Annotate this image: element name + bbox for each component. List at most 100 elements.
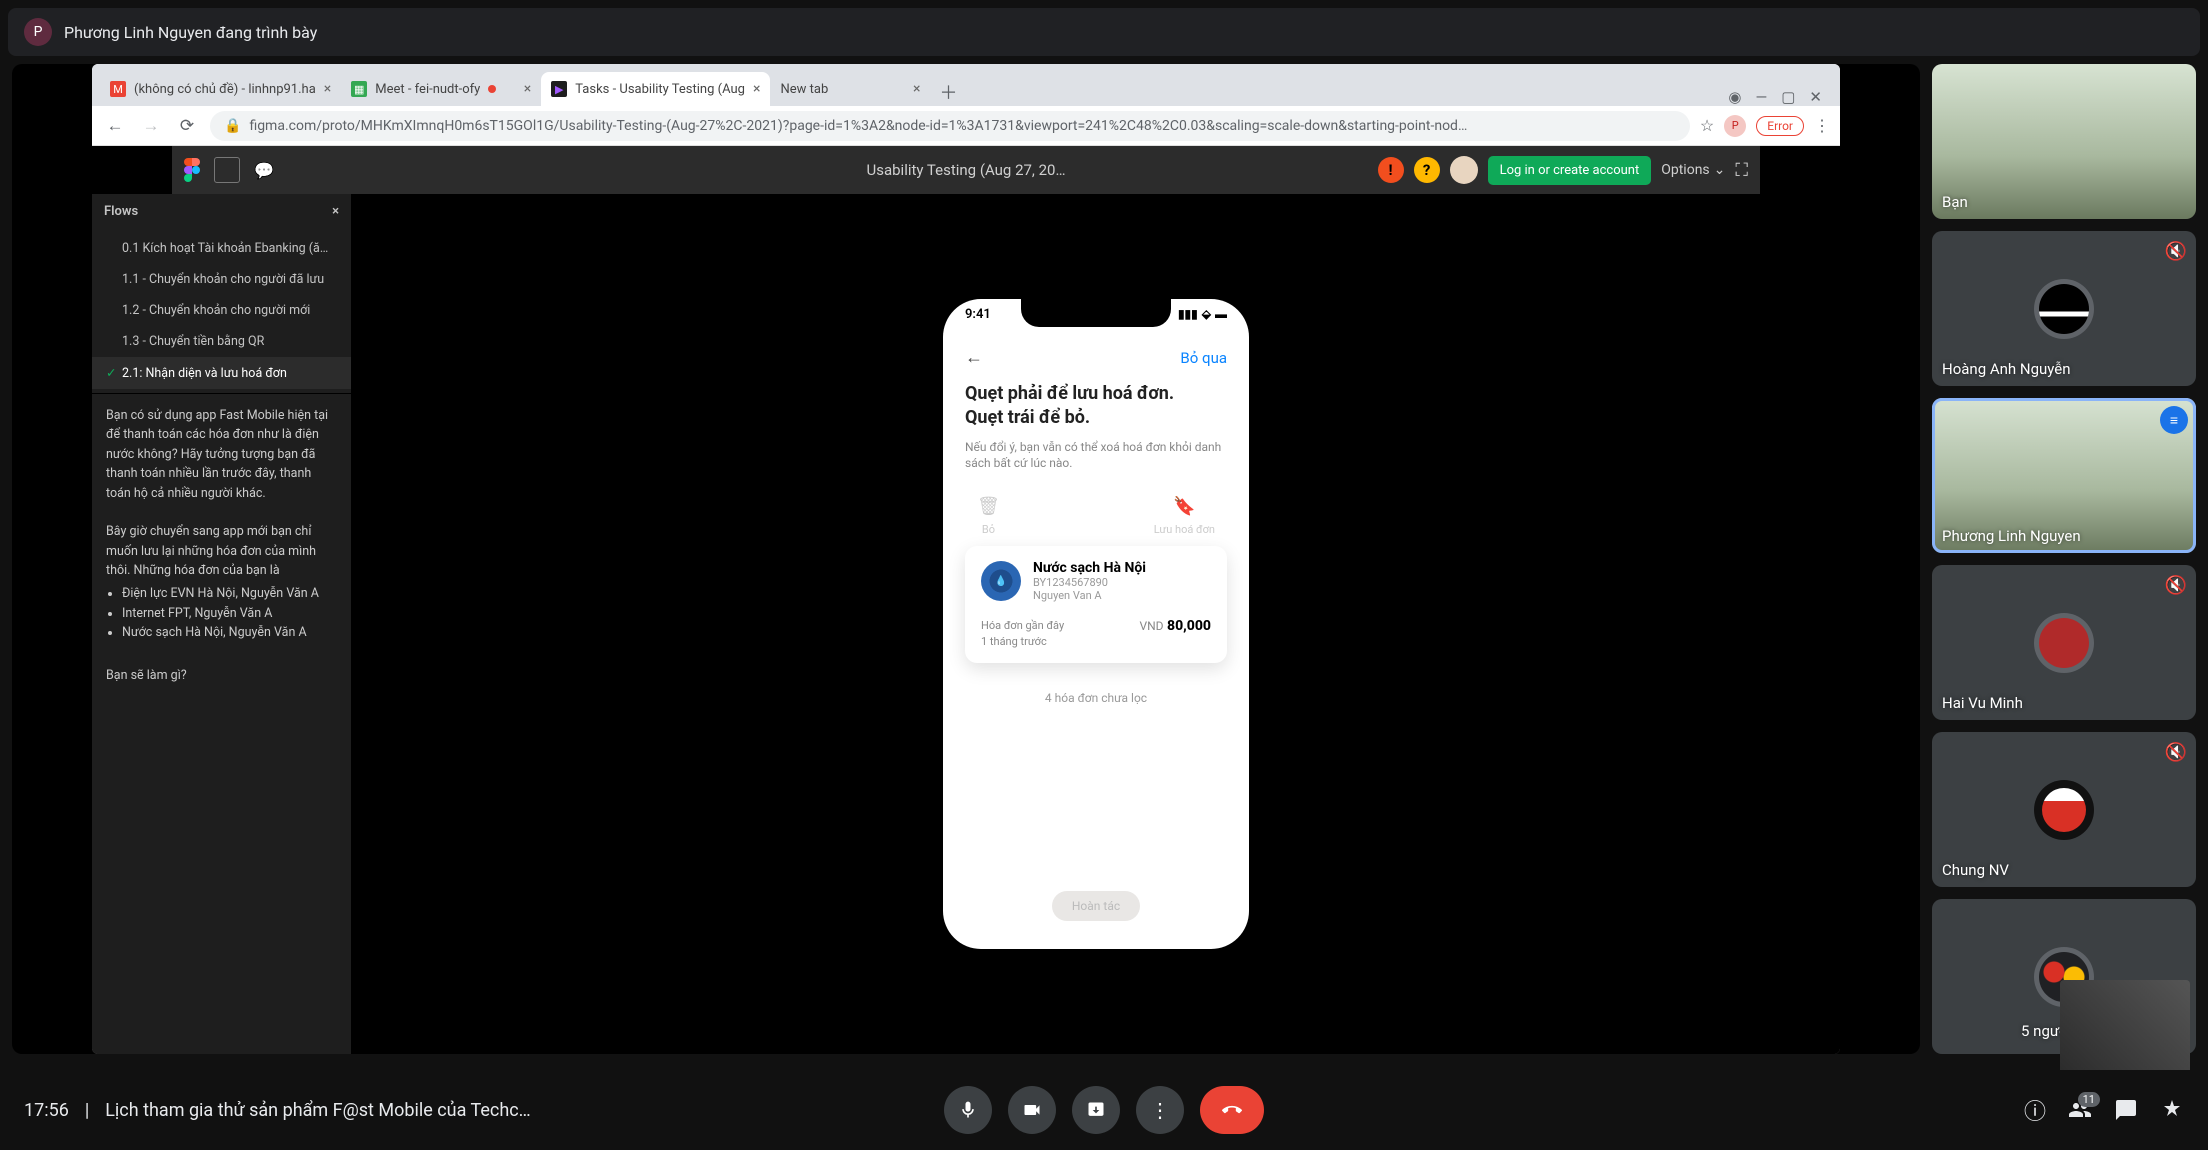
present-button[interactable] [1072, 1086, 1120, 1134]
figma-viewport: Flows × 0.1 Kích hoạt Tài khoản Ebanking… [92, 146, 1840, 1054]
url-bar[interactable]: 🔒 figma.com/proto/MHKmXImnqH0m6sT15GOl1G… [210, 111, 1690, 141]
reload-button[interactable]: ⟳ [174, 113, 200, 139]
phone-mockup: 9:41 ▮▮▮ ⬙ ▬ ← [931, 287, 1261, 961]
maximize-icon[interactable]: ▢ [1781, 88, 1795, 106]
mic-button[interactable] [944, 1086, 992, 1134]
video-tile[interactable]: 🔇 Chung NV [1932, 732, 2196, 887]
close-icon[interactable]: × [324, 81, 331, 97]
phone-notch [1021, 299, 1171, 327]
window-controls: ◉ — ▢ ✕ [1718, 88, 1832, 106]
separator: | [85, 1100, 89, 1121]
browser-tab[interactable]: New tab × [770, 72, 930, 106]
undo-button[interactable]: Hoàn tác [1052, 891, 1140, 921]
participant-name: Hoàng Anh Nguyễn [1942, 360, 2071, 378]
meet-bottom-bar: 17:56 | Lịch tham gia thử sản phẩm F@st … [0, 1070, 2208, 1150]
mic-muted-icon: 🔇 [2164, 239, 2188, 263]
fullscreen-icon[interactable]: ⛶ [1735, 160, 1748, 181]
flow-item[interactable]: 1.3 - Chuyển tiền bằng QR [92, 326, 351, 357]
bookmark-icon: 🔖 [1173, 496, 1195, 517]
screen-subtitle: Nếu đổi ý, bạn vẫn có thể xoá hoá đơn kh… [965, 439, 1227, 473]
account-icon[interactable]: ◉ [1728, 88, 1741, 106]
flow-item[interactable]: 1.2 - Chuyển khoản cho người mới [92, 295, 351, 326]
wifi-icon: ⬙ [1202, 307, 1211, 322]
kebab-icon[interactable]: ⋮ [1814, 116, 1830, 135]
participant-name: Chung NV [1942, 861, 2009, 879]
flow-item[interactable]: 0.1 Kích hoạt Tài khoản Ebanking (ă… [92, 233, 351, 264]
presenting-label: Phương Linh Nguyen đang trình bày [64, 23, 317, 42]
meeting-title: Lịch tham gia thử sản phẩm F@st Mobile c… [105, 1100, 530, 1121]
video-tile[interactable]: ≡ Phương Linh Nguyen [1932, 398, 2196, 553]
prototype-canvas[interactable]: 9:41 ▮▮▮ ⬙ ▬ ← [352, 194, 1840, 1054]
more-options-button[interactable]: ⋮ [1136, 1086, 1184, 1134]
chevron-down-icon: ⌄ [1714, 162, 1726, 178]
browser-tab[interactable]: ▦ Meet - fei-nudt-ofy × [341, 72, 541, 106]
warning-icon[interactable]: ! [1378, 157, 1404, 183]
new-tab-button[interactable]: ＋ [934, 78, 962, 106]
participant-count-badge: 11 [2078, 1092, 2100, 1107]
battery-icon: ▬ [1215, 307, 1227, 322]
tab-label: New tab [780, 82, 828, 97]
info-icon[interactable]: ⓘ [2024, 1094, 2046, 1126]
address-bar: ← → ⟳ 🔒 figma.com/proto/MHKmXImnqH0m6sT1… [92, 106, 1840, 146]
provider-logo: 💧 [981, 561, 1021, 601]
swipe-left-hint: 🗑 Bỏ [977, 496, 1000, 536]
participant-name: Bạn [1942, 193, 1968, 211]
url-text: figma.com/proto/MHKmXImnqH0m6sT15GOl1G/U… [249, 118, 1467, 134]
tab-label: (không có chủ đề) - linhnp91.ha [134, 82, 316, 97]
activities-icon[interactable] [2160, 1098, 2184, 1122]
close-icon[interactable]: × [913, 81, 920, 97]
phone-screen: ← Bỏ qua Quẹt phải để lưu hoá đơn. Quẹt … [943, 335, 1249, 949]
video-tile[interactable]: 🔇 Hai Vu Minh [1932, 565, 2196, 720]
participants-icon[interactable]: 11 [2068, 1098, 2092, 1122]
flows-list: 0.1 Kích hoạt Tài khoản Ebanking (ă… 1.1… [92, 229, 351, 394]
tab-strip: M (không có chủ đề) - linhnp91.ha × ▦ Me… [92, 64, 1840, 106]
leave-call-button[interactable] [1200, 1086, 1264, 1134]
shared-screen: M (không có chủ đề) - linhnp91.ha × ▦ Me… [12, 64, 1920, 1054]
chat-icon[interactable] [2114, 1098, 2138, 1122]
phone-skip-button[interactable]: Bỏ qua [1180, 349, 1227, 367]
mic-muted-icon: 🔇 [2164, 573, 2188, 597]
close-window-icon[interactable]: ✕ [1809, 88, 1822, 106]
self-view-pip[interactable] [2060, 980, 2190, 1080]
browser-tab[interactable]: M (không có chủ đề) - linhnp91.ha × [100, 72, 341, 106]
phone-back-button[interactable]: ← [965, 347, 983, 368]
figma-logo-icon[interactable] [184, 158, 200, 182]
browser-window: M (không có chủ đề) - linhnp91.ha × ▦ Me… [92, 64, 1840, 1054]
bookmark-icon[interactable]: ☆ [1700, 116, 1714, 135]
error-pill[interactable]: Error [1756, 116, 1804, 136]
tab-label: Tasks - Usability Testing (Aug [575, 82, 745, 97]
video-tile[interactable]: 🔇 Hoàng Anh Nguyễn [1932, 231, 2196, 386]
recent-label: Hóa đơn gần đây [981, 618, 1064, 633]
help-icon[interactable]: ? [1414, 157, 1440, 183]
minimize-icon[interactable]: — [1756, 88, 1768, 106]
options-dropdown[interactable]: Options ⌄ [1661, 162, 1725, 178]
chat-icon[interactable] [254, 161, 274, 180]
nav-forward-button[interactable]: → [138, 113, 164, 139]
user-avatar[interactable] [1450, 156, 1478, 184]
remaining-count: 4 hóa đơn chưa lọc [965, 691, 1227, 705]
flow-item[interactable]: ✓2.1: Nhận diện và lưu hoá đơn [92, 357, 351, 389]
flow-notes: Bạn có sử dụng app Fast Mobile hiện tại … [92, 394, 351, 697]
bill-title: Nước sạch Hà Nội [1033, 560, 1146, 576]
tab-label: Meet - fei-nudt-ofy [375, 82, 480, 97]
flow-item[interactable]: 1.1 - Chuyển khoản cho người đã lưu [92, 264, 351, 295]
recent-time: 1 tháng trước [981, 634, 1064, 649]
presenter-avatar: P [24, 18, 52, 46]
browser-tab[interactable]: ▶ Tasks - Usability Testing (Aug × [541, 72, 770, 106]
screen-title: Quẹt trái để bỏ. [965, 406, 1227, 430]
close-icon[interactable]: × [753, 81, 760, 97]
video-tile[interactable]: Bạn [1932, 64, 2196, 219]
panel-toggle-button[interactable] [214, 157, 240, 183]
bill-card[interactable]: 💧 Nước sạch Hà Nội BY1234567890 Nguyen V… [965, 546, 1227, 663]
participant-name: Phương Linh Nguyen [1942, 527, 2081, 545]
close-icon[interactable]: × [332, 204, 339, 219]
close-icon[interactable]: × [524, 81, 531, 97]
flows-panel: Flows × 0.1 Kích hoạt Tài khoản Ebanking… [92, 194, 352, 1054]
swipe-right-hint: 🔖 Lưu hoá đơn [1154, 496, 1215, 536]
profile-avatar[interactable]: P [1724, 115, 1746, 137]
speaking-indicator: ≡ [2160, 406, 2188, 434]
status-time: 9:41 [965, 307, 991, 322]
login-button[interactable]: Log in or create account [1488, 156, 1652, 185]
camera-button[interactable] [1008, 1086, 1056, 1134]
nav-back-button[interactable]: ← [102, 113, 128, 139]
